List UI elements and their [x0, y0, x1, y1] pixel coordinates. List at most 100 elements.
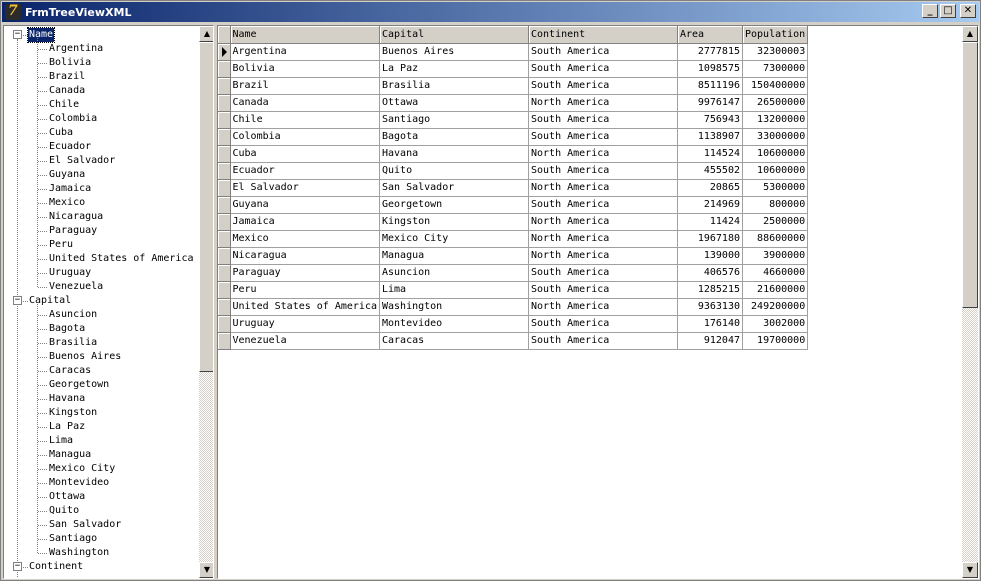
grid-cell-area[interactable]: 756943	[677, 111, 743, 129]
grid-cell-capital[interactable]: Quito	[379, 162, 529, 180]
grid-cell-capital[interactable]: Asuncion	[379, 264, 529, 282]
tree-leaf-item[interactable]: Havana	[49, 392, 85, 406]
tree-leaf-item[interactable]: Quito	[49, 504, 79, 518]
tree-leaf-item[interactable]: Canada	[49, 84, 85, 98]
minimize-button[interactable]: _	[922, 4, 938, 18]
grid-cell-continent[interactable]: South America	[528, 43, 678, 61]
tree-leaf-item[interactable]: Buenos Aires	[49, 350, 121, 364]
grid-cell-population[interactable]: 10600000	[742, 162, 809, 180]
tree-scroll-thumb[interactable]	[199, 42, 213, 372]
row-indicator[interactable]	[218, 162, 231, 180]
grid-cell-population[interactable]: 3002000	[742, 315, 809, 333]
grid-cell-capital[interactable]: San Salvador	[379, 179, 529, 197]
grid-cell-area[interactable]: 1285215	[677, 281, 743, 299]
row-indicator[interactable]	[218, 213, 231, 231]
grid-row[interactable]: Jamaica Kingston North America 11424 2500000	[218, 213, 809, 231]
grid-cell-name[interactable]: Canada	[230, 94, 380, 112]
grid-cell-capital[interactable]: La Paz	[379, 60, 529, 78]
tree-view[interactable]: − Name Argentina Bolivia Brazil Canada Chile Co…	[3, 25, 214, 579]
grid-cell-continent[interactable]: South America	[528, 196, 678, 214]
tree-leaf-item[interactable]: Kingston	[49, 406, 97, 420]
close-button[interactable]: ✕	[960, 4, 976, 18]
grid-row[interactable]: Guyana Georgetown South America 214969 80000…	[218, 196, 809, 214]
tree-leaf-item[interactable]: Brasilia	[49, 336, 97, 350]
grid-vertical-scrollbar[interactable]: ▲ ▼	[962, 26, 978, 578]
grid-cell-continent[interactable]: North America	[528, 247, 678, 265]
grid-cell-population[interactable]: 21600000	[742, 281, 809, 299]
grid-cell-area[interactable]: 8511196	[677, 77, 743, 95]
grid-cell-name[interactable]: Jamaica	[230, 213, 380, 231]
grid-cell-capital[interactable]: Brasilia	[379, 77, 529, 95]
grid-cell-capital[interactable]: Caracas	[379, 332, 529, 350]
grid-cell-continent[interactable]: South America	[528, 315, 678, 333]
grid-row[interactable]: Venezuela Caracas South America 912047 19700…	[218, 332, 809, 350]
app-icon[interactable]: 7	[5, 3, 21, 20]
tree-collapse-icon[interactable]: −	[13, 296, 22, 305]
grid-cell-area[interactable]: 139000	[677, 247, 743, 265]
row-indicator[interactable]	[218, 298, 231, 316]
grid-row[interactable]: Ecuador Quito South America 455502 10600000	[218, 162, 809, 180]
grid-cell-area[interactable]: 9976147	[677, 94, 743, 112]
tree-collapse-icon[interactable]: −	[13, 562, 22, 571]
grid-row[interactable]: Peru Lima South America 1285215 21600000	[218, 281, 809, 299]
tree-node-name[interactable]: Name	[26, 27, 56, 43]
grid-cell-population[interactable]: 249200000	[742, 298, 809, 316]
grid-cell-capital[interactable]: Kingston	[379, 213, 529, 231]
grid-cell-population[interactable]: 10600000	[742, 145, 809, 163]
scroll-down-icon[interactable]: ▼	[199, 562, 213, 578]
grid-cell-population[interactable]: 32300003	[742, 43, 809, 61]
grid-cell-continent[interactable]: South America	[528, 264, 678, 282]
grid-cell-area[interactable]: 1098575	[677, 60, 743, 78]
column-header-area[interactable]: Area	[677, 26, 743, 44]
grid-cell-continent[interactable]: North America	[528, 145, 678, 163]
tree-leaf-item[interactable]: Guyana	[49, 168, 85, 182]
row-indicator[interactable]	[218, 281, 231, 299]
column-header-continent[interactable]: Continent	[528, 26, 678, 44]
grid-cell-area[interactable]: 1967180	[677, 230, 743, 248]
column-header-population[interactable]: Population	[742, 26, 809, 44]
grid-cell-area[interactable]: 9363130	[677, 298, 743, 316]
grid-row[interactable]: Uruguay Montevideo South America 176140 3002…	[218, 315, 809, 333]
grid-cell-population[interactable]: 88600000	[742, 230, 809, 248]
grid-cell-population[interactable]: 33000000	[742, 128, 809, 146]
maximize-button[interactable]: □	[940, 4, 956, 18]
grid-cell-name[interactable]: Uruguay	[230, 315, 380, 333]
grid-row[interactable]: Mexico Mexico City North America 1967180 886…	[218, 230, 809, 248]
grid-row[interactable]: Argentina Buenos Aires South America 277781…	[218, 43, 809, 61]
column-header-capital[interactable]: Capital	[379, 26, 529, 44]
tree-leaf-item[interactable]: Cuba	[49, 126, 73, 140]
tree-leaf-item[interactable]: Bagota	[49, 322, 85, 336]
grid-cell-area[interactable]: 406576	[677, 264, 743, 282]
grid-row[interactable]: Cuba Havana North America 114524 10600000	[218, 145, 809, 163]
tree-leaf-item[interactable]: Caracas	[49, 364, 91, 378]
grid-cell-continent[interactable]: South America	[528, 60, 678, 78]
grid-cell-population[interactable]: 4660000	[742, 264, 809, 282]
tree-leaf-item[interactable]: Bolivia	[49, 56, 91, 70]
grid-cell-capital[interactable]: Montevideo	[379, 315, 529, 333]
row-indicator[interactable]	[218, 247, 231, 265]
grid-cell-name[interactable]: Chile	[230, 111, 380, 129]
grid-cell-area[interactable]: 1138907	[677, 128, 743, 146]
grid-cell-population[interactable]: 800000	[742, 196, 809, 214]
grid-cell-area[interactable]: 176140	[677, 315, 743, 333]
row-indicator[interactable]	[218, 77, 231, 95]
grid-cell-capital[interactable]: Managua	[379, 247, 529, 265]
row-indicator[interactable]	[218, 145, 231, 163]
tree-vertical-scrollbar[interactable]: ▲ ▼	[199, 26, 213, 578]
grid-cell-population[interactable]: 3900000	[742, 247, 809, 265]
scroll-up-icon[interactable]: ▲	[962, 26, 978, 42]
tree-leaf-item[interactable]: Managua	[49, 448, 91, 462]
row-indicator[interactable]	[218, 332, 231, 350]
row-indicator[interactable]	[218, 43, 231, 61]
tree-leaf-item[interactable]: Colombia	[49, 112, 97, 126]
grid-cell-area[interactable]: 114524	[677, 145, 743, 163]
grid-cell-population[interactable]: 13200000	[742, 111, 809, 129]
grid-cell-continent[interactable]: North America	[528, 179, 678, 197]
grid-cell-continent[interactable]: South America	[528, 162, 678, 180]
tree-leaf-item[interactable]: Georgetown	[49, 378, 109, 392]
row-indicator[interactable]	[218, 196, 231, 214]
tree-leaf-item[interactable]: Argentina	[49, 42, 103, 56]
tree-leaf-item[interactable]: San Salvador	[49, 518, 121, 532]
grid-row[interactable]: Bolivia La Paz South America 1098575 7300000	[218, 60, 809, 78]
grid-cell-population[interactable]: 150400000	[742, 77, 809, 95]
